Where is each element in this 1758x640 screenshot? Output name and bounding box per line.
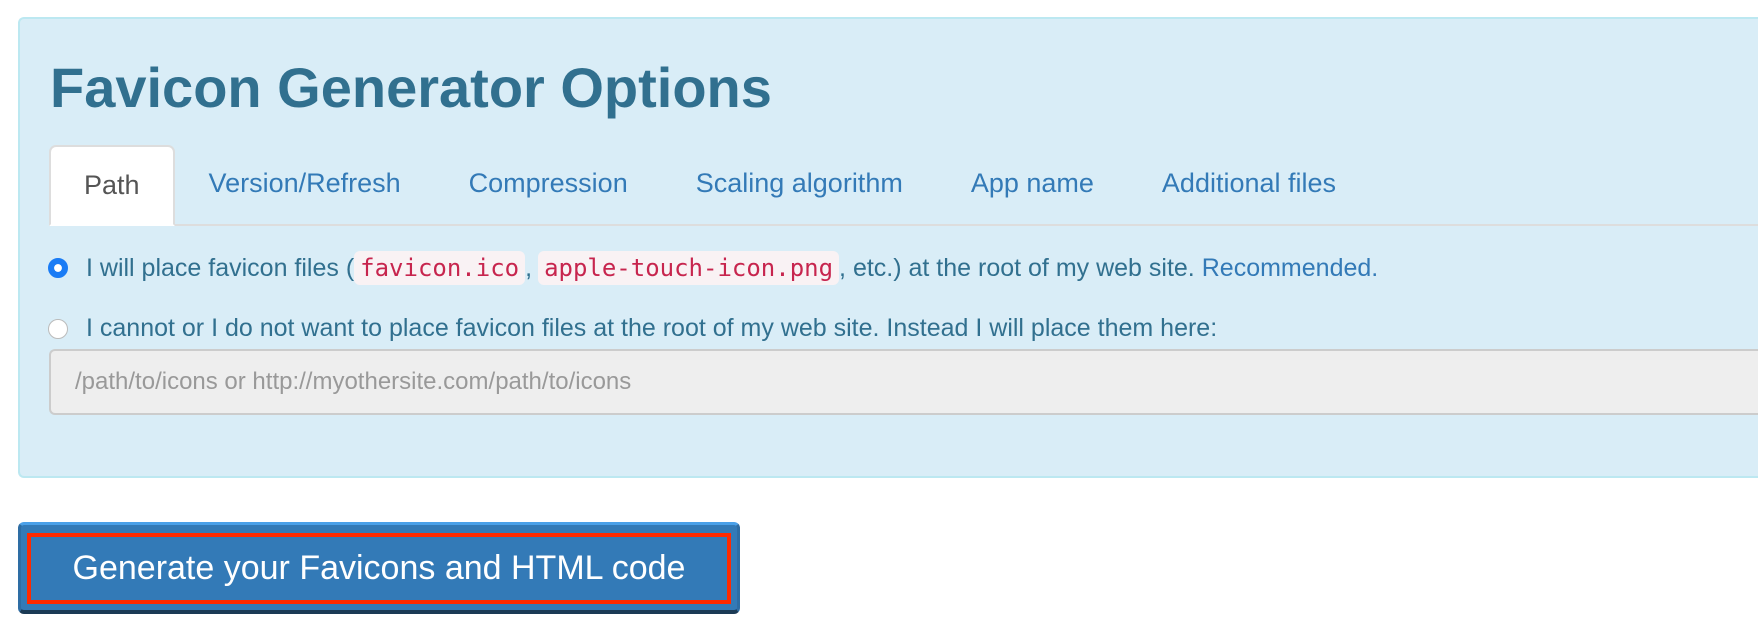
option-root-text: I will place favicon files ( [86, 253, 355, 282]
recommended-link[interactable]: Recommended. [1202, 254, 1378, 283]
code-apple-touch-icon: apple-touch-icon.png [538, 251, 840, 285]
option-custom-text: I cannot or I do not want to place favic… [86, 314, 1218, 342]
code-favicon-ico: favicon.ico [354, 251, 526, 285]
options-panel: Favicon Generator Options Path Version/R… [18, 17, 1758, 478]
option-custom[interactable]: I cannot or I do not want to place favic… [48, 314, 1217, 343]
tab-version-refresh[interactable]: Version/Refresh [175, 145, 435, 224]
option-root[interactable]: I will place favicon files ( favicon.ico… [48, 251, 1378, 285]
tab-scaling-algorithm[interactable]: Scaling algorithm [662, 145, 937, 224]
separator: , [525, 253, 533, 282]
generate-button[interactable]: Generate your Favicons and HTML code [18, 522, 740, 614]
tab-bar: Path Version/Refresh Compression Scaling… [49, 141, 1758, 226]
radio-root[interactable] [48, 258, 68, 278]
tab-additional-files[interactable]: Additional files [1128, 145, 1370, 224]
path-input[interactable]: /path/to/icons or http://myothersite.com… [49, 349, 1758, 415]
tab-app-name[interactable]: App name [937, 145, 1128, 224]
page-title: Favicon Generator Options [50, 56, 772, 119]
tab-compression[interactable]: Compression [435, 145, 662, 224]
radio-custom[interactable] [48, 318, 68, 339]
generate-button-label: Generate your Favicons and HTML code [27, 533, 731, 604]
option-root-text-after: , etc.) at the root of my web site. [839, 253, 1195, 282]
tab-path[interactable]: Path [49, 145, 175, 226]
